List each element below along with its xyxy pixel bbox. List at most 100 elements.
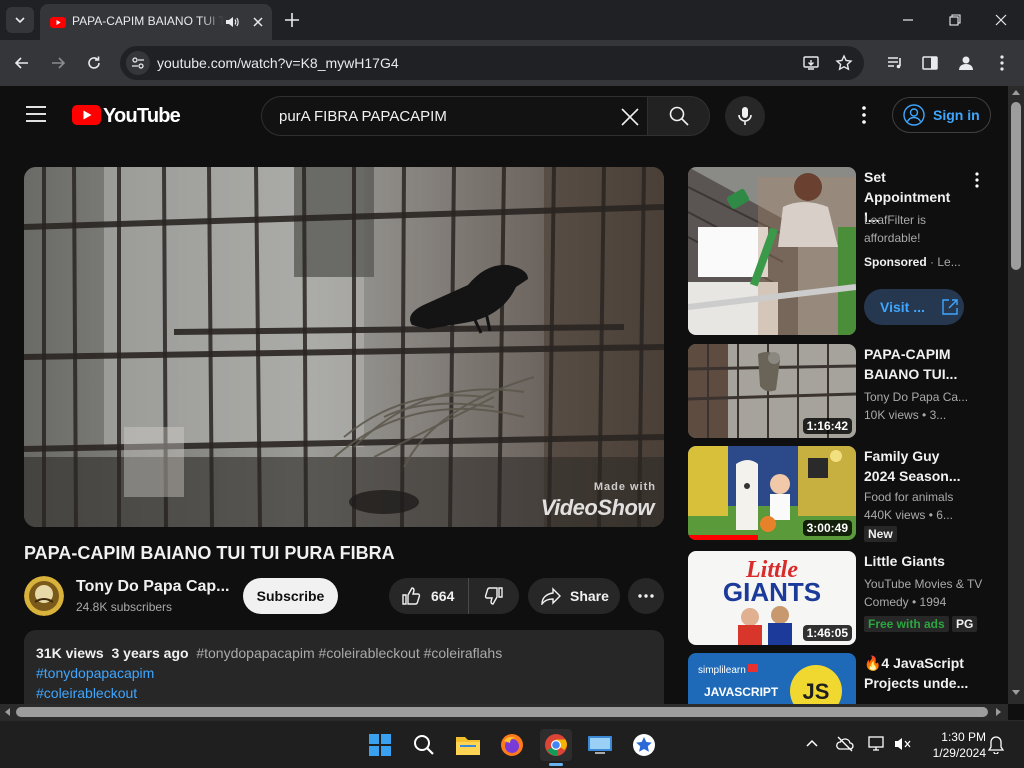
video-thumbnail[interactable]: 1:16:42 [688,344,856,438]
hashtag[interactable]: #coleiraflahs [424,645,503,661]
video-title-link[interactable]: 🔥4 JavaScript Projects unde... [864,653,969,693]
browser-tab[interactable]: PAPA-CAPIM BAIANO TUI TUI PURA FIBRA [40,4,272,40]
video-thumbnail[interactable]: simplilearn JAVASCRIPT JS [688,653,856,704]
ad-description: LeafFilter is [864,213,927,227]
windows-taskbar: 1:30 PM 1/29/2024 [0,720,1024,768]
media-controls-button[interactable] [884,52,906,74]
channel-name[interactable]: Tony Do Papa Cap... [76,578,230,596]
visit-site-button[interactable]: Visit ... [864,289,964,325]
vertical-scroll-thumb[interactable] [1011,102,1021,270]
site-info-button[interactable] [126,51,150,75]
video-title-link[interactable]: Little Giants [864,551,969,571]
horizontal-scrollbar[interactable] [0,704,1008,720]
video-thumbnail[interactable]: 3:00:49 [688,446,856,540]
network-icon[interactable] [868,735,886,753]
scroll-right-arrow-icon[interactable] [996,708,1002,716]
subscribe-button[interactable]: Subscribe [243,578,338,614]
tab-search-button[interactable] [6,7,34,33]
ad-thumbnail[interactable] [688,167,856,335]
search-input[interactable]: purA FIBRA PAPACAPIM [261,96,647,136]
description-hashtag-link[interactable]: #tonydopapacapim [36,663,652,683]
install-app-icon[interactable] [802,54,820,72]
clear-search-icon[interactable] [620,107,640,127]
address-bar[interactable]: youtube.com/watch?v=K8_mywH17G4 [120,46,864,80]
scroll-left-arrow-icon[interactable] [4,708,10,716]
channel-name[interactable]: Tony Do Papa Ca... [864,388,974,406]
arrow-right-icon [52,57,66,69]
tune-icon [132,57,144,69]
remote-desktop-button[interactable] [584,729,616,761]
recommended-video[interactable]: 1:16:42 PAPA-CAPIM BAIANO TUI... Tony Do… [688,344,998,438]
app-button[interactable] [628,729,660,761]
youtube-logo-text[interactable]: YouTube [103,105,181,128]
profile-icon [959,56,973,70]
recommended-video[interactable]: Little GIANTS 1:46:05 Little Giants YouT… [688,551,998,645]
view-count: 440K views [864,508,926,522]
browser-menu-button[interactable] [991,52,1013,74]
settings-menu-icon[interactable] [862,106,866,124]
youtube-logo-icon[interactable] [72,105,101,125]
reload-button[interactable] [83,52,105,74]
profile-button[interactable] [955,52,977,74]
thumb-brand-text: simplilearn [698,665,746,676]
scroll-up-arrow-icon[interactable] [1012,89,1020,95]
close-tab-icon[interactable] [250,14,266,30]
title-line: 2024 Season... [864,468,961,484]
url-text: youtube.com/watch?v=K8_mywH17G4 [157,55,399,71]
hashtag[interactable]: #tonydopapacapim [196,645,314,661]
side-panel-button[interactable] [919,52,941,74]
tab-strip: PAPA-CAPIM BAIANO TUI TUI PURA FIBRA [0,0,1024,40]
browser-toolbar: youtube.com/watch?v=K8_mywH17G4 [0,40,1024,86]
scroll-down-arrow-icon[interactable] [1012,690,1020,696]
sponsored-ad[interactable]: Set Appointment I... LeafFilter is affor… [688,167,998,335]
search-button[interactable] [647,96,710,136]
close-window-button[interactable] [981,8,1021,32]
ad-menu-icon[interactable] [975,172,979,188]
video-duration: 1:16:42 [802,418,852,434]
bookmark-star-icon[interactable] [835,54,853,72]
more-actions-button[interactable] [628,578,664,614]
dislike-button[interactable] [469,578,519,614]
video-title-link[interactable]: Family Guy 2024 Season... [864,446,969,486]
video-frame [24,167,664,527]
watermark-videoshow: VideoShow [540,495,655,520]
channel-name[interactable]: YouTube Movies & TV [864,575,994,593]
hamburger-menu-icon[interactable] [26,106,46,122]
chevron-up-icon[interactable] [806,739,818,747]
firefox-button[interactable] [496,729,528,761]
reload-icon [88,56,100,69]
vertical-scrollbar[interactable] [1008,86,1024,704]
voice-search-button[interactable] [725,96,765,136]
channel-avatar[interactable] [24,576,64,616]
chrome-button[interactable] [540,729,572,766]
system-clock[interactable]: 1:30 PM 1/29/2024 [920,729,986,761]
back-button[interactable] [11,52,33,74]
notification-bell-icon[interactable] [988,736,1004,754]
sign-in-label: Sign in [933,107,980,123]
hashtag[interactable]: #coleirableckout [319,645,420,661]
monitor-icon [588,736,612,754]
sign-in-button[interactable]: Sign in [892,97,991,133]
start-button[interactable] [364,729,396,761]
restore-button[interactable] [935,8,975,32]
share-button[interactable]: Share [528,578,620,614]
video-title-link[interactable]: PAPA-CAPIM BAIANO TUI... [864,344,969,384]
video-player[interactable]: Made with VideoShow [24,167,664,527]
video-thumbnail[interactable]: Little GIANTS 1:46:05 [688,551,856,645]
channel-name[interactable]: Food for animals [864,488,974,506]
recommended-video[interactable]: simplilearn JAVASCRIPT JS 🔥4 JavaScript … [688,653,998,704]
description-hashtag-link[interactable]: #coleirableckout [36,683,652,703]
thumb-js-logo-text: JS [803,679,830,704]
cloud-offline-icon[interactable] [836,736,854,752]
new-tab-icon[interactable] [282,10,302,30]
horizontal-scroll-thumb[interactable] [16,707,988,717]
minimize-button[interactable] [888,8,928,32]
forward-button[interactable] [47,52,69,74]
like-button[interactable]: 664 [389,578,469,614]
recommended-video[interactable]: 3:00:49 Family Guy 2024 Season... Food f… [688,446,998,542]
speaker-icon[interactable] [224,14,240,30]
microphone-icon [738,107,752,125]
speaker-muted-icon[interactable] [894,736,912,752]
taskbar-search-button[interactable] [408,729,440,761]
file-explorer-button[interactable] [452,729,484,761]
